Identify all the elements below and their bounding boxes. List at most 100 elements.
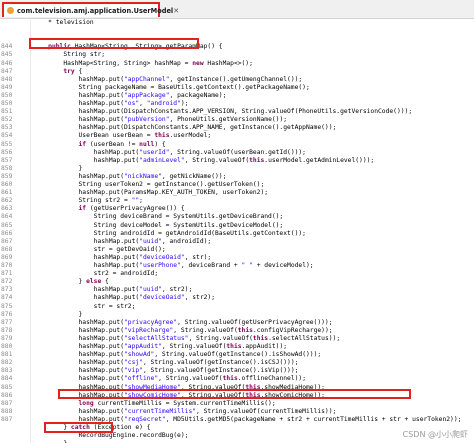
code-line[interactable]: } else { bbox=[33, 278, 108, 286]
code-line[interactable]: str = getDevOaid(); bbox=[33, 246, 166, 254]
line-number: 876 bbox=[1, 310, 13, 318]
code-line[interactable]: String userToken2 = getInstance().getUse… bbox=[33, 181, 264, 189]
line-number bbox=[1, 19, 21, 27]
highlight-reqsecret-line bbox=[58, 389, 411, 399]
code-line[interactable]: HashMap<String, String> hashMap = new Ha… bbox=[33, 60, 253, 68]
code-line[interactable]: hashMap.put("privacyAgree", String.value… bbox=[33, 319, 332, 327]
highlight-method-signature bbox=[29, 38, 199, 49]
code-line[interactable]: hashMap.put("deviceOaid", str); bbox=[33, 254, 212, 262]
code-line[interactable]: hashMap.put("userPhone", deviceBrand + "… bbox=[33, 262, 314, 270]
code-line[interactable]: hashMap.put("nickName", getNickName()); bbox=[33, 173, 226, 181]
line-number: 867 bbox=[1, 237, 13, 245]
editor-tab-usermodel[interactable]: com.television.amj.application.UserModel… bbox=[2, 2, 179, 17]
tab-title: com.television.amj.application.UserModel bbox=[17, 6, 174, 15]
line-number-gutter: 844 845 846 847 848 849 850 850 851 852 853 854 855 8… bbox=[0, 19, 22, 443]
code-line[interactable]: hashMap.put("appAudit", String.valueOf(t… bbox=[33, 343, 287, 351]
code-line[interactable]: hashMap.put("vipRecharge", String.valueO… bbox=[33, 327, 332, 335]
code-line[interactable]: hashMap.put("uuid", str2); bbox=[33, 286, 193, 294]
line-number: 885 bbox=[1, 383, 13, 391]
line-number bbox=[1, 424, 21, 432]
line-number: 860 bbox=[1, 181, 13, 188]
code-line[interactable]: } bbox=[33, 165, 82, 173]
code-line[interactable]: UserBean userBean = this.userModel; bbox=[33, 132, 211, 140]
line-number: 878 bbox=[1, 326, 13, 334]
line-number: 882 bbox=[1, 359, 13, 367]
code-line[interactable]: hashMap.put(DispatchConstants.APP_VERSIO… bbox=[33, 108, 412, 116]
code-line[interactable]: hashMap.put("showAd", String.valueOf(get… bbox=[33, 351, 321, 359]
line-number: 880 bbox=[1, 343, 13, 350]
line-number: 856 bbox=[1, 148, 13, 156]
code-area[interactable]: * television public HashMap<String, Stri… bbox=[33, 19, 474, 443]
line-number: 854 bbox=[1, 132, 13, 140]
line-number: 868 bbox=[1, 245, 13, 253]
line-number: 881 bbox=[1, 351, 13, 359]
line-number: 855 bbox=[1, 140, 13, 148]
close-tab-icon[interactable]: ✕ bbox=[173, 7, 179, 15]
line-number: 866 bbox=[1, 229, 13, 237]
line-number: 877 bbox=[1, 318, 13, 326]
code-line[interactable]: hashMap.put("os", "android"); bbox=[33, 100, 188, 108]
watermark: CSDN @小小爬虾 bbox=[402, 430, 468, 439]
line-number: 864 bbox=[1, 213, 13, 221]
line-number: 883 bbox=[1, 367, 13, 375]
code-line[interactable]: hashMap.put("appChannel", getInstance().… bbox=[33, 76, 302, 84]
java-class-icon bbox=[7, 7, 14, 14]
code-line[interactable]: String deviceBrand = SystemUtils.getDevi… bbox=[33, 213, 284, 221]
code-line[interactable]: str2 = androidId; bbox=[33, 270, 158, 278]
line-number: 847 bbox=[1, 67, 13, 75]
code-editor-window: com.television.amj.application.UserModel… bbox=[0, 0, 474, 443]
line-number: 846 bbox=[1, 59, 13, 67]
line-number: 863 bbox=[1, 205, 13, 213]
line-number: 874 bbox=[1, 294, 13, 302]
code-line[interactable]: RecordBugEngine.recordBug(e); bbox=[33, 432, 188, 440]
code-line[interactable]: try { bbox=[33, 68, 82, 76]
code-line[interactable]: if (userBean != null) { bbox=[33, 141, 166, 149]
line-number: 850 bbox=[1, 91, 13, 99]
line-number: 850 bbox=[1, 100, 13, 107]
code-line[interactable]: String deviceModel = SystemUtils.getDevi… bbox=[33, 222, 284, 230]
code-line[interactable]: hashMap.put("userId", String.valueOf(use… bbox=[33, 149, 306, 157]
code-line[interactable]: str = str2; bbox=[33, 303, 136, 311]
line-number: 887 bbox=[1, 415, 13, 423]
line-number: 887 bbox=[1, 399, 13, 407]
line-number: 888 bbox=[1, 407, 13, 415]
line-number: 848 bbox=[1, 75, 13, 83]
code-line[interactable]: hashMap.put("appPackage", packageName); bbox=[33, 92, 226, 100]
line-number: 865 bbox=[1, 221, 13, 229]
code-line[interactable]: hashMap.put("currentTimeMillis", String.… bbox=[33, 408, 336, 416]
line-number: 851 bbox=[1, 108, 13, 116]
line-number bbox=[1, 27, 21, 35]
line-number: 849 bbox=[1, 83, 13, 91]
line-number: 872 bbox=[1, 278, 13, 286]
code-line[interactable]: hashMap.put("adminLevel", String.valueOf… bbox=[33, 157, 375, 165]
line-number: 886 bbox=[1, 391, 13, 399]
code-line[interactable]: } bbox=[33, 311, 82, 319]
line-number: 884 bbox=[1, 375, 13, 383]
code-line[interactable]: hashMap.put("deviceOaid", str2); bbox=[33, 294, 215, 302]
code-line[interactable]: String androidId = getAndroidId(BaseUtil… bbox=[33, 230, 306, 238]
code-line[interactable]: long currentTimeMillis = System.currentT… bbox=[33, 400, 276, 408]
code-line[interactable]: hashMap.put(ParamsMap.KEY_AUTH_TOKEN, us… bbox=[33, 189, 268, 197]
line-number: 853 bbox=[1, 124, 13, 132]
highlight-return-statement bbox=[44, 422, 113, 433]
code-line[interactable]: * television bbox=[33, 19, 94, 27]
line-number: 879 bbox=[1, 334, 13, 342]
code-line[interactable]: hashMap.put("selectAllStatus", String.va… bbox=[33, 335, 340, 343]
line-number: 871 bbox=[1, 270, 13, 278]
line-number: 875 bbox=[1, 302, 13, 310]
code-line[interactable]: String str; bbox=[33, 51, 105, 59]
code-line[interactable]: hashMap.put("pubVersion", PhoneUtils.get… bbox=[33, 116, 287, 124]
code-line[interactable]: hashMap.put("csj", String.valueOf(getIns… bbox=[33, 359, 298, 367]
line-number: 844 bbox=[1, 43, 13, 51]
code-line[interactable]: String packageName = BaseUtils.getContex… bbox=[33, 84, 309, 92]
line-number: 859 bbox=[1, 172, 13, 180]
line-number: 857 bbox=[1, 156, 13, 164]
code-editor[interactable]: 844 845 846 847 848 849 850 850 851 852 853 854 855 8… bbox=[0, 19, 474, 443]
code-line[interactable]: hashMap.put("uuid", androidId); bbox=[33, 238, 212, 246]
line-number: 845 bbox=[1, 51, 13, 59]
line-number: 861 bbox=[1, 189, 13, 197]
line-number: 873 bbox=[1, 286, 13, 294]
code-line[interactable]: hashMap.put("offline", String.valueOf(th… bbox=[33, 375, 306, 383]
code-line[interactable]: String str2 = ""; bbox=[33, 197, 142, 205]
code-line[interactable]: if (getUserPrivacyAgree()) { bbox=[33, 205, 185, 213]
